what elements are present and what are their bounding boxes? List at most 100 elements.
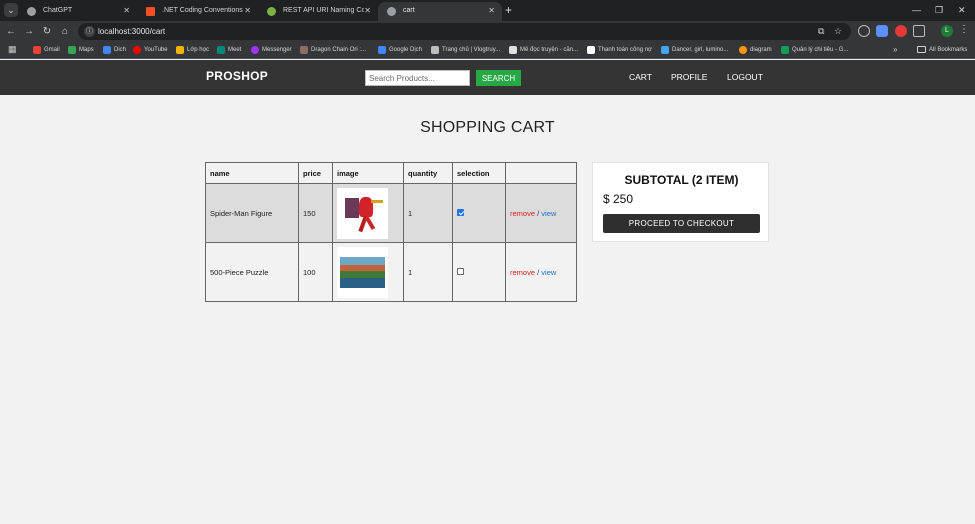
tab-search-icon[interactable]: ⌄ (4, 3, 18, 17)
browser-menu-icon[interactable]: ⋮ (959, 24, 969, 35)
table-header-row: name price image quantity selection (205, 162, 577, 184)
bookmark-quan-ly-chi-tieu[interactable]: Quản lý chi tiêu - G... (781, 42, 848, 58)
bookmark-dragon-chain[interactable]: Dragon Chain Ori :... (300, 42, 366, 58)
apps-grid-icon[interactable]: ▦ (8, 45, 17, 54)
proceed-to-checkout-button[interactable]: PROCEED TO CHECKOUT (603, 214, 760, 233)
close-tab-icon[interactable]: ✕ (244, 2, 251, 19)
browser-tab-chatgpt[interactable]: ChatGPT ✕ (18, 2, 137, 21)
bookmark-gmail[interactable]: Gmail (33, 42, 60, 58)
cart-table: name price image quantity selection Spid… (205, 162, 577, 302)
microsoft-favicon-icon (146, 7, 155, 16)
table-row: Spider-Man Figure 150 1 remove / view (205, 183, 577, 243)
site-navbar: PROSHOP SEARCH CART PROFILE LOGOUT (0, 60, 975, 95)
remove-link[interactable]: remove (510, 209, 535, 218)
sheets-icon (781, 46, 789, 54)
new-tab-plus-icon[interactable]: + (505, 2, 512, 18)
youtube-icon (133, 46, 141, 54)
nav-logout-link[interactable]: LOGOUT (727, 72, 763, 82)
bookmark-lop-hoc[interactable]: Lớp học (176, 42, 209, 58)
more-bookmarks-chevron-icon[interactable]: » (893, 42, 897, 58)
image-site-icon (661, 46, 669, 54)
reload-icon[interactable]: ↻ (40, 24, 54, 39)
search-button[interactable]: SEARCH (476, 70, 521, 86)
extension-game-icon[interactable] (876, 25, 888, 37)
document-icon (587, 46, 595, 54)
messenger-icon (251, 46, 259, 54)
view-link[interactable]: view (541, 268, 556, 277)
remove-link[interactable]: remove (510, 268, 535, 277)
close-tab-icon[interactable]: ✕ (364, 2, 371, 19)
bookmark-label: YouTube (144, 47, 168, 53)
dragon-chain-icon (300, 46, 308, 54)
bookmark-label: Thanh toán công nợ (598, 47, 652, 53)
all-bookmarks-label: All Bookmarks (929, 47, 968, 53)
close-tab-icon[interactable]: ✕ (123, 2, 130, 19)
translate-bookmark-icon (103, 46, 111, 54)
bookmark-label: Maps (79, 47, 94, 53)
back-arrow-icon[interactable]: ← (4, 24, 18, 39)
browser-tab-rest-api[interactable]: REST API URI Naming Conventi ✕ (258, 2, 378, 21)
nav-profile-link[interactable]: PROFILE (671, 72, 707, 82)
bookmark-meet[interactable]: Meet (217, 42, 241, 58)
forward-arrow-icon[interactable]: → (22, 24, 36, 39)
bookmark-label: Lớp học (187, 47, 209, 53)
column-header-image: image (332, 162, 404, 184)
restore-window-icon[interactable]: ❐ (935, 2, 943, 18)
diagram-icon (739, 46, 747, 54)
cell-actions: remove / view (505, 242, 577, 302)
spider-man-figure-image (337, 187, 388, 239)
site-info-icon[interactable]: ⓘ (84, 26, 95, 37)
nav-cart-link[interactable]: CART (629, 72, 652, 82)
translate-icon[interactable]: ⧉ (818, 25, 824, 38)
bookmark-dich[interactable]: Dich (103, 42, 126, 58)
close-window-icon[interactable]: ✕ (958, 2, 966, 18)
close-tab-icon[interactable]: ✕ (488, 2, 495, 19)
browser-toolbar: ← → ↻ ⌂ ⓘ localhost:3000/cart ⧉ ☆ L ⋮ (0, 21, 975, 42)
bookmarks-bar: ▦ Gmail Maps Dich YouTube Lớp học Meet M… (0, 42, 975, 59)
subtotal-title: SUBTOTAL (2 ITEM) (624, 173, 739, 187)
bookmark-label: Quản lý chi tiêu - G... (792, 47, 849, 53)
bookmark-thanh-toan[interactable]: Thanh toán công nợ (587, 42, 652, 58)
browser-tab-net-conventions[interactable]: .NET Coding Conventions - C# ✕ (137, 2, 258, 21)
chatgpt-favicon-icon (27, 7, 36, 16)
bookmark-label: Dancer, girl, lumino... (672, 47, 729, 53)
profile-avatar[interactable]: L (941, 25, 953, 37)
cell-image (332, 242, 404, 302)
search-input[interactable] (365, 70, 470, 86)
bookmark-youtube[interactable]: YouTube (133, 42, 168, 58)
bookmark-dancer[interactable]: Dancer, girl, lumino... (661, 42, 728, 58)
address-bar-url[interactable]: localhost:3000/cart (98, 23, 165, 40)
maps-icon (68, 46, 76, 54)
column-header-selection: selection (452, 162, 506, 184)
address-bar[interactable]: ⓘ localhost:3000/cart ⧉ ☆ (78, 23, 851, 40)
extensions-puzzle-icon[interactable] (913, 25, 925, 37)
bookmark-google-dich[interactable]: Google Dịch (378, 42, 422, 58)
cell-product-name: 500-Piece Puzzle (205, 242, 299, 302)
browser-tab-cart[interactable]: cart ✕ (378, 2, 502, 21)
all-bookmarks-folder[interactable]: All Bookmarks (917, 42, 967, 58)
browser-tab-strip: ⌄ ChatGPT ✕ .NET Coding Conventions - C#… (0, 0, 975, 21)
bookmark-maps[interactable]: Maps (68, 42, 94, 58)
view-link[interactable]: view (541, 209, 556, 218)
extension-color-icon[interactable] (895, 25, 907, 37)
home-icon[interactable]: ⌂ (58, 24, 72, 39)
puzzle-landscape-image (337, 246, 388, 298)
bookmark-star-icon[interactable]: ☆ (834, 25, 842, 38)
tab-title: ChatGPT (43, 7, 73, 14)
bookmark-label: diagram (750, 47, 772, 53)
gmail-icon (33, 46, 41, 54)
extension-compass-icon[interactable] (858, 25, 870, 37)
bookmark-diagram[interactable]: diagram (739, 42, 772, 58)
cell-selection (452, 183, 506, 243)
globe-favicon-icon (387, 7, 396, 16)
bookmark-label: Messenger (262, 47, 292, 53)
bookmark-vlogtruyen[interactable]: Trang chủ | Vlogtruy... (431, 42, 500, 58)
tab-title: .NET Coding Conventions - C# (162, 7, 244, 14)
selection-checkbox[interactable] (457, 267, 464, 275)
bookmark-messenger[interactable]: Messenger (251, 42, 292, 58)
selection-checkbox[interactable] (457, 208, 464, 216)
brand-logo[interactable]: PROSHOP (206, 69, 268, 83)
bookmark-me-doc-truyen[interactable]: Mê đọc truyện - căn... (509, 42, 578, 58)
minimize-window-icon[interactable]: — (912, 2, 921, 18)
tab-title: REST API URI Naming Conventi (283, 7, 364, 14)
